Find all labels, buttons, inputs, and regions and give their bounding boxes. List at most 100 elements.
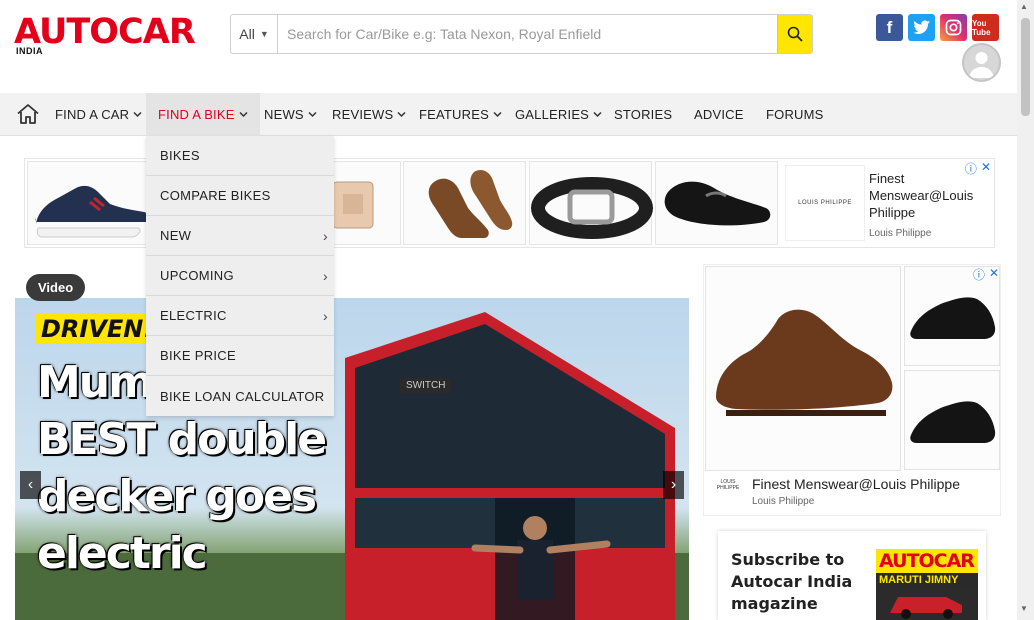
bus-destination-sign: SWITCH (400, 378, 452, 393)
menu-item-label: ELECTRIC (160, 308, 227, 323)
scroll-thumb[interactable] (1021, 18, 1030, 116)
menu-item-bike-price[interactable]: BIKE PRICE (146, 336, 334, 376)
ad-product-loafer[interactable] (655, 161, 778, 245)
magazine-cover-car (876, 587, 978, 620)
magazine-logo: AUTOCAR (876, 549, 978, 573)
nav-find-a-bike[interactable]: FIND A BIKE (146, 93, 260, 136)
autocar-logo[interactable]: AUTOCAR INDIA (14, 14, 219, 56)
nav-label: ADVICE (694, 107, 744, 122)
facebook-icon[interactable]: f (876, 14, 903, 41)
find-a-bike-menu: BIKES COMPARE BIKES NEW › UPCOMING › ELE… (146, 136, 334, 416)
nav-label: STORIES (614, 107, 673, 122)
carousel-prev-button[interactable]: ‹ (20, 471, 41, 499)
ad-controls: ⓘ ✕ (965, 160, 991, 177)
twitter-icon[interactable] (908, 14, 935, 41)
chevron-down-icon (493, 111, 502, 118)
chevron-down-icon (593, 111, 602, 118)
scroll-down-icon[interactable]: ▼ (1020, 604, 1028, 613)
menu-item-bike-loan-calculator[interactable]: BIKE LOAN CALCULATOR (146, 376, 334, 416)
video-badge: Video (26, 274, 86, 301)
user-icon (969, 52, 994, 78)
ad-advertiser: Louis Philippe (752, 496, 815, 507)
caret-down-icon: ▼ (259, 29, 269, 39)
nav-features[interactable]: FEATURES (419, 93, 502, 136)
menu-item-label: UPCOMING (160, 268, 234, 283)
ad-close-icon[interactable]: ✕ (981, 160, 991, 177)
ad-headline[interactable]: Finest Menswear@Louis Philippe (869, 170, 994, 221)
search-input[interactable] (278, 15, 777, 53)
nav-label: NEWS (264, 107, 304, 122)
menu-item-compare-bikes[interactable]: COMPARE BIKES (146, 176, 334, 216)
nav-find-a-car[interactable]: FIND A CAR (55, 93, 142, 136)
youtube-label: You Tube (972, 18, 991, 37)
ad-controls: ⓘ ✕ (973, 266, 999, 283)
ad-product-oxford-brown[interactable] (705, 266, 901, 471)
menu-item-new[interactable]: NEW › (146, 216, 334, 256)
chevron-right-icon: › (323, 267, 328, 284)
nav-galleries[interactable]: GALLERIES (515, 93, 602, 136)
sidebar-ad[interactable]: LOUIS PHILIPPE Finest Menswear@Louis Phi… (703, 264, 1001, 516)
hero-carousel[interactable]: Video DRIVEN! Mumbai's BEST double decke… (15, 264, 689, 620)
scroll-up-icon[interactable]: ▲ (1020, 2, 1028, 11)
nav-label: REVIEWS (332, 107, 394, 122)
page-scrollbar[interactable]: ▲ ▼ (1017, 0, 1034, 620)
magazine-cover-line: MARUTI JIMNY (876, 573, 978, 587)
hero-image[interactable]: DRIVEN! Mumbai's BEST double decker goes… (15, 298, 689, 620)
page: AUTOCAR INDIA All ▼ f You Tube (0, 0, 1034, 620)
chevron-right-icon: › (323, 307, 328, 324)
ad-info-icon[interactable]: ⓘ (965, 160, 977, 177)
ad-headline[interactable]: Finest Menswear@Louis Philippe (752, 476, 960, 492)
nav-label: FEATURES (419, 107, 489, 122)
nav-label: FIND A BIKE (158, 107, 235, 122)
magazine-cover-model: JIMNY (924, 574, 959, 586)
nav-advice[interactable]: ADVICE (694, 93, 744, 136)
hero-tag: DRIVEN! (35, 314, 161, 344)
search-category-select[interactable]: All ▼ (231, 15, 278, 53)
menu-item-label: NEW (160, 228, 192, 243)
chevron-down-icon (397, 111, 406, 118)
menu-item-upcoming[interactable]: UPCOMING › (146, 256, 334, 296)
nav-label: FIND A CAR (55, 107, 130, 122)
chevron-down-icon (239, 111, 248, 118)
nav-news[interactable]: NEWS (264, 93, 317, 136)
menu-item-label: BIKE LOAN CALCULATOR (160, 388, 325, 404)
menu-item-label: COMPARE BIKES (160, 188, 271, 203)
user-avatar[interactable] (962, 43, 1001, 82)
menu-item-electric[interactable]: ELECTRIC › (146, 296, 334, 336)
menu-item-label: BIKE PRICE (160, 348, 236, 363)
menu-item-label: BIKES (160, 148, 200, 163)
nav-forums[interactable]: FORUMS (766, 93, 824, 136)
search-button[interactable] (777, 15, 812, 53)
instagram-icon[interactable] (940, 14, 967, 41)
menu-item-bikes[interactable]: BIKES (146, 136, 334, 176)
subscribe-title[interactable]: Subscribe to Autocar India magazine (731, 549, 861, 615)
ad-product-brown-shoe[interactable] (403, 161, 526, 245)
ad-advertiser: Louis Philippe (869, 228, 932, 239)
main-nav: FIND A CAR FIND A BIKE NEWS REVIEWS FEAT… (0, 93, 1017, 136)
ad-product-black-belt[interactable] (529, 161, 653, 245)
ad-info-icon[interactable]: ⓘ (973, 266, 985, 283)
social-links: f You Tube (876, 14, 999, 41)
chevron-down-icon (133, 111, 142, 118)
logo-sub: INDIA (16, 46, 43, 56)
chevron-right-icon: › (323, 227, 328, 244)
search-bar: All ▼ (230, 14, 813, 54)
nav-label: FORUMS (766, 107, 824, 122)
search-category-value: All (239, 26, 255, 42)
home-button[interactable] (16, 103, 40, 125)
chevron-down-icon (308, 111, 317, 118)
carousel-next-button[interactable]: › (663, 471, 684, 499)
youtube-icon[interactable]: You Tube (972, 14, 999, 41)
ad-product-oxford-black-2[interactable] (904, 370, 1000, 470)
nav-label: GALLERIES (515, 107, 590, 122)
ad-close-icon[interactable]: ✕ (989, 266, 999, 283)
search-icon (787, 26, 803, 42)
ad-brand-logo: LOUIS PHILIPPE (716, 479, 740, 491)
nav-reviews[interactable]: REVIEWS (332, 93, 406, 136)
subscribe-widget[interactable]: Subscribe to Autocar India magazine AUTO… (718, 531, 986, 620)
magazine-cover[interactable]: AUTOCAR MARUTI JIMNY (876, 549, 978, 620)
nav-stories[interactable]: STORIES (614, 93, 672, 136)
ad-product-sneaker[interactable] (27, 161, 150, 245)
logo-text: AUTOCAR (14, 12, 196, 52)
home-icon (17, 104, 39, 124)
